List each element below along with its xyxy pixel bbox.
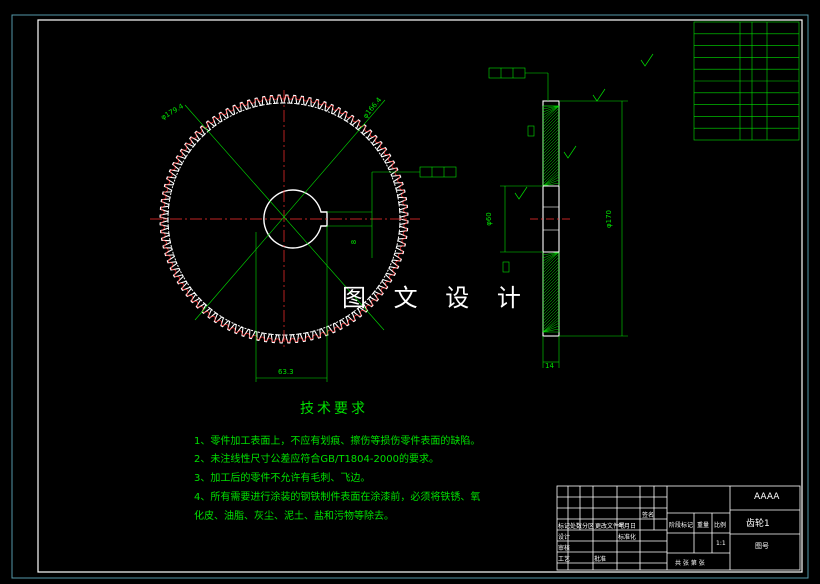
parameter-table bbox=[693, 21, 800, 141]
hatch-line bbox=[542, 119, 560, 137]
tb-label-design: 设计 bbox=[558, 534, 571, 541]
hatch-line bbox=[542, 251, 560, 259]
hatch-line bbox=[542, 116, 560, 134]
tb-label-standard: 标准化 bbox=[618, 534, 637, 541]
hatch-line bbox=[542, 137, 560, 155]
hatch-line bbox=[542, 280, 560, 298]
tb-label-weight: 重量 bbox=[697, 522, 710, 529]
hatch-line bbox=[542, 262, 560, 280]
hatch-line bbox=[542, 289, 560, 307]
bore-diameter-label: φ60 bbox=[484, 212, 493, 226]
tb-label-stage: 阶段标记 bbox=[669, 522, 694, 529]
hatch-line bbox=[542, 158, 560, 176]
requirement-item: 4、所有需要进行涂装的钢铁制件表面在涂漆前，必须将铁锈、氧 bbox=[194, 492, 481, 503]
tb-sheet-count: 共 张 第 张 bbox=[675, 560, 705, 567]
gear-section-view bbox=[488, 53, 654, 368]
hatch-line bbox=[542, 122, 560, 140]
tb-label-review: 审核 bbox=[558, 545, 571, 552]
hatch-line bbox=[542, 179, 560, 187]
hatch-line bbox=[542, 134, 560, 152]
hatch-line bbox=[542, 140, 560, 158]
hatch-line bbox=[542, 125, 560, 143]
hatch-line bbox=[542, 146, 560, 164]
hatch-line bbox=[542, 286, 560, 304]
hatch-line bbox=[542, 304, 560, 322]
drawing-no-label: 图号 bbox=[755, 542, 769, 550]
hatch-line bbox=[542, 298, 560, 316]
requirement-item: 化皮、油脂、灰尘、泥土、盐和污物等除去。 bbox=[194, 511, 394, 522]
hatch-line bbox=[542, 325, 560, 333]
hatch-line bbox=[542, 131, 560, 149]
hatch-line bbox=[542, 277, 560, 295]
face-width-label: 14 bbox=[545, 362, 554, 370]
hatch-line bbox=[542, 105, 560, 113]
tb-label-sign: 签名 bbox=[642, 512, 655, 519]
requirement-item: 2、未注线性尺寸公差应符合GB/T1804-2000的要求。 bbox=[194, 454, 439, 465]
requirement-item: 3、加工后的零件不允许有毛刺、飞边。 bbox=[194, 473, 371, 484]
hatch-line bbox=[542, 283, 560, 301]
tb-label-scale: 比例 bbox=[714, 522, 727, 529]
hatch-line bbox=[542, 128, 560, 146]
tb-label-mark: 标记 bbox=[558, 523, 571, 530]
requirement-item: 1、零件加工表面上，不应有划痕、擦伤等损伤零件表面的缺陷。 bbox=[194, 436, 481, 447]
gear-front-view bbox=[150, 90, 457, 382]
hatch-line bbox=[542, 265, 560, 283]
part-name: 齿轮1 bbox=[746, 519, 770, 529]
tb-label-zone: 分区 bbox=[582, 523, 595, 530]
tb-label-approve: 批准 bbox=[594, 556, 607, 563]
hatch-line bbox=[542, 292, 560, 310]
keyway-depth-label: 8 bbox=[350, 239, 359, 245]
hatch-line bbox=[542, 155, 560, 173]
tb-label-count: 处数 bbox=[570, 523, 583, 530]
tb-label-date: 年月日 bbox=[618, 523, 637, 530]
hatch-line bbox=[542, 295, 560, 313]
keyway-width-label: 63.3 bbox=[278, 368, 294, 376]
hatch-line bbox=[542, 152, 560, 170]
tb-label-process: 工艺 bbox=[558, 556, 571, 563]
outer-diameter-label: φ170 bbox=[604, 210, 613, 228]
watermark: 图 文 设 计 bbox=[342, 284, 531, 312]
hatch-line bbox=[542, 143, 560, 161]
hatch-line bbox=[542, 271, 560, 289]
tb-scale-value: 1:1 bbox=[716, 540, 726, 547]
hatch-line bbox=[542, 149, 560, 167]
company-name: AAAA bbox=[754, 492, 780, 502]
hatch-line bbox=[542, 274, 560, 292]
hatch-line bbox=[542, 268, 560, 286]
hatch-line bbox=[542, 301, 560, 319]
requirements-title: 技术要求 bbox=[300, 401, 368, 417]
